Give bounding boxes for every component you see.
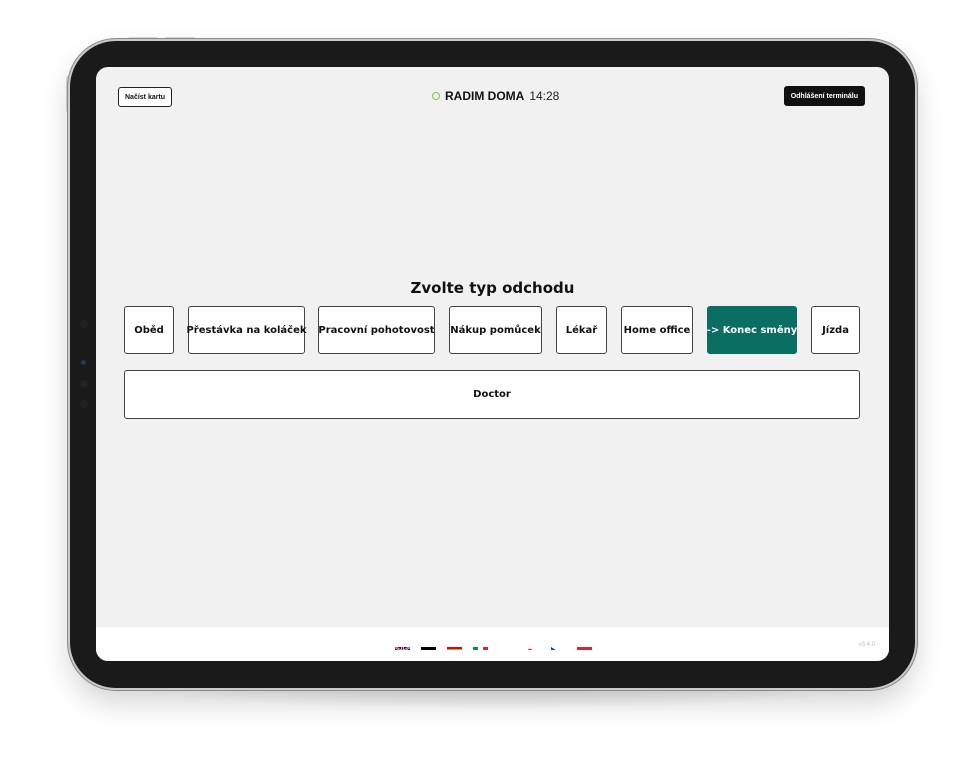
choice-lunch-button[interactable]: Oběd	[124, 306, 174, 354]
choice-end-shift-button[interactable]: -> Konec směny	[707, 306, 797, 354]
user-name: RADIM DOMA	[445, 89, 525, 103]
czech-flag-icon[interactable]	[551, 641, 566, 650]
german-flag-icon[interactable]	[421, 641, 436, 650]
choice-cake-break-button[interactable]: Přestávka na koláček	[186, 306, 307, 354]
status-circle-icon	[432, 92, 440, 100]
device-stage: Načíst kartu RADIM DOMA 14:28 Odhlášení …	[0, 0, 970, 759]
app-screen: Načíst kartu RADIM DOMA 14:28 Odhlášení …	[96, 67, 889, 661]
flash-icon	[80, 400, 88, 408]
choice-drive-button[interactable]: Jízda	[811, 306, 860, 354]
hungarian-flag-icon[interactable]	[577, 641, 592, 650]
choice-doctor-button[interactable]: Doctor	[124, 370, 860, 419]
italian-flag-icon[interactable]	[473, 641, 488, 650]
uk-flag-icon[interactable]	[395, 641, 410, 650]
camera-lens-icon	[80, 380, 88, 388]
load-card-button[interactable]: Načíst kartu	[118, 87, 173, 107]
footer: v3.4.0	[96, 627, 889, 661]
clock: 14:28	[529, 89, 560, 103]
app-version: v3.4.0	[858, 642, 875, 648]
choice-supplies-button[interactable]: Nákup pomůcek	[449, 306, 542, 354]
slovak-flag-icon[interactable]	[525, 641, 540, 650]
logout-terminal-button[interactable]: Odhlášení terminálu	[783, 86, 865, 106]
polish-flag-icon[interactable]	[499, 641, 514, 650]
choice-on-call-button[interactable]: Pracovní pohotovost	[318, 306, 435, 354]
camera-icon	[80, 320, 88, 328]
choice-home-office-button[interactable]: Home office	[621, 306, 693, 354]
user-status: RADIM DOMA 14:28	[432, 87, 559, 105]
page-title: Zvolte typ odchodu	[410, 279, 575, 297]
sensor-icon	[81, 360, 86, 365]
choice-doctor-visit-button[interactable]: Lékař	[556, 306, 607, 354]
spanish-flag-icon[interactable]	[447, 641, 462, 650]
language-selector	[395, 641, 592, 650]
